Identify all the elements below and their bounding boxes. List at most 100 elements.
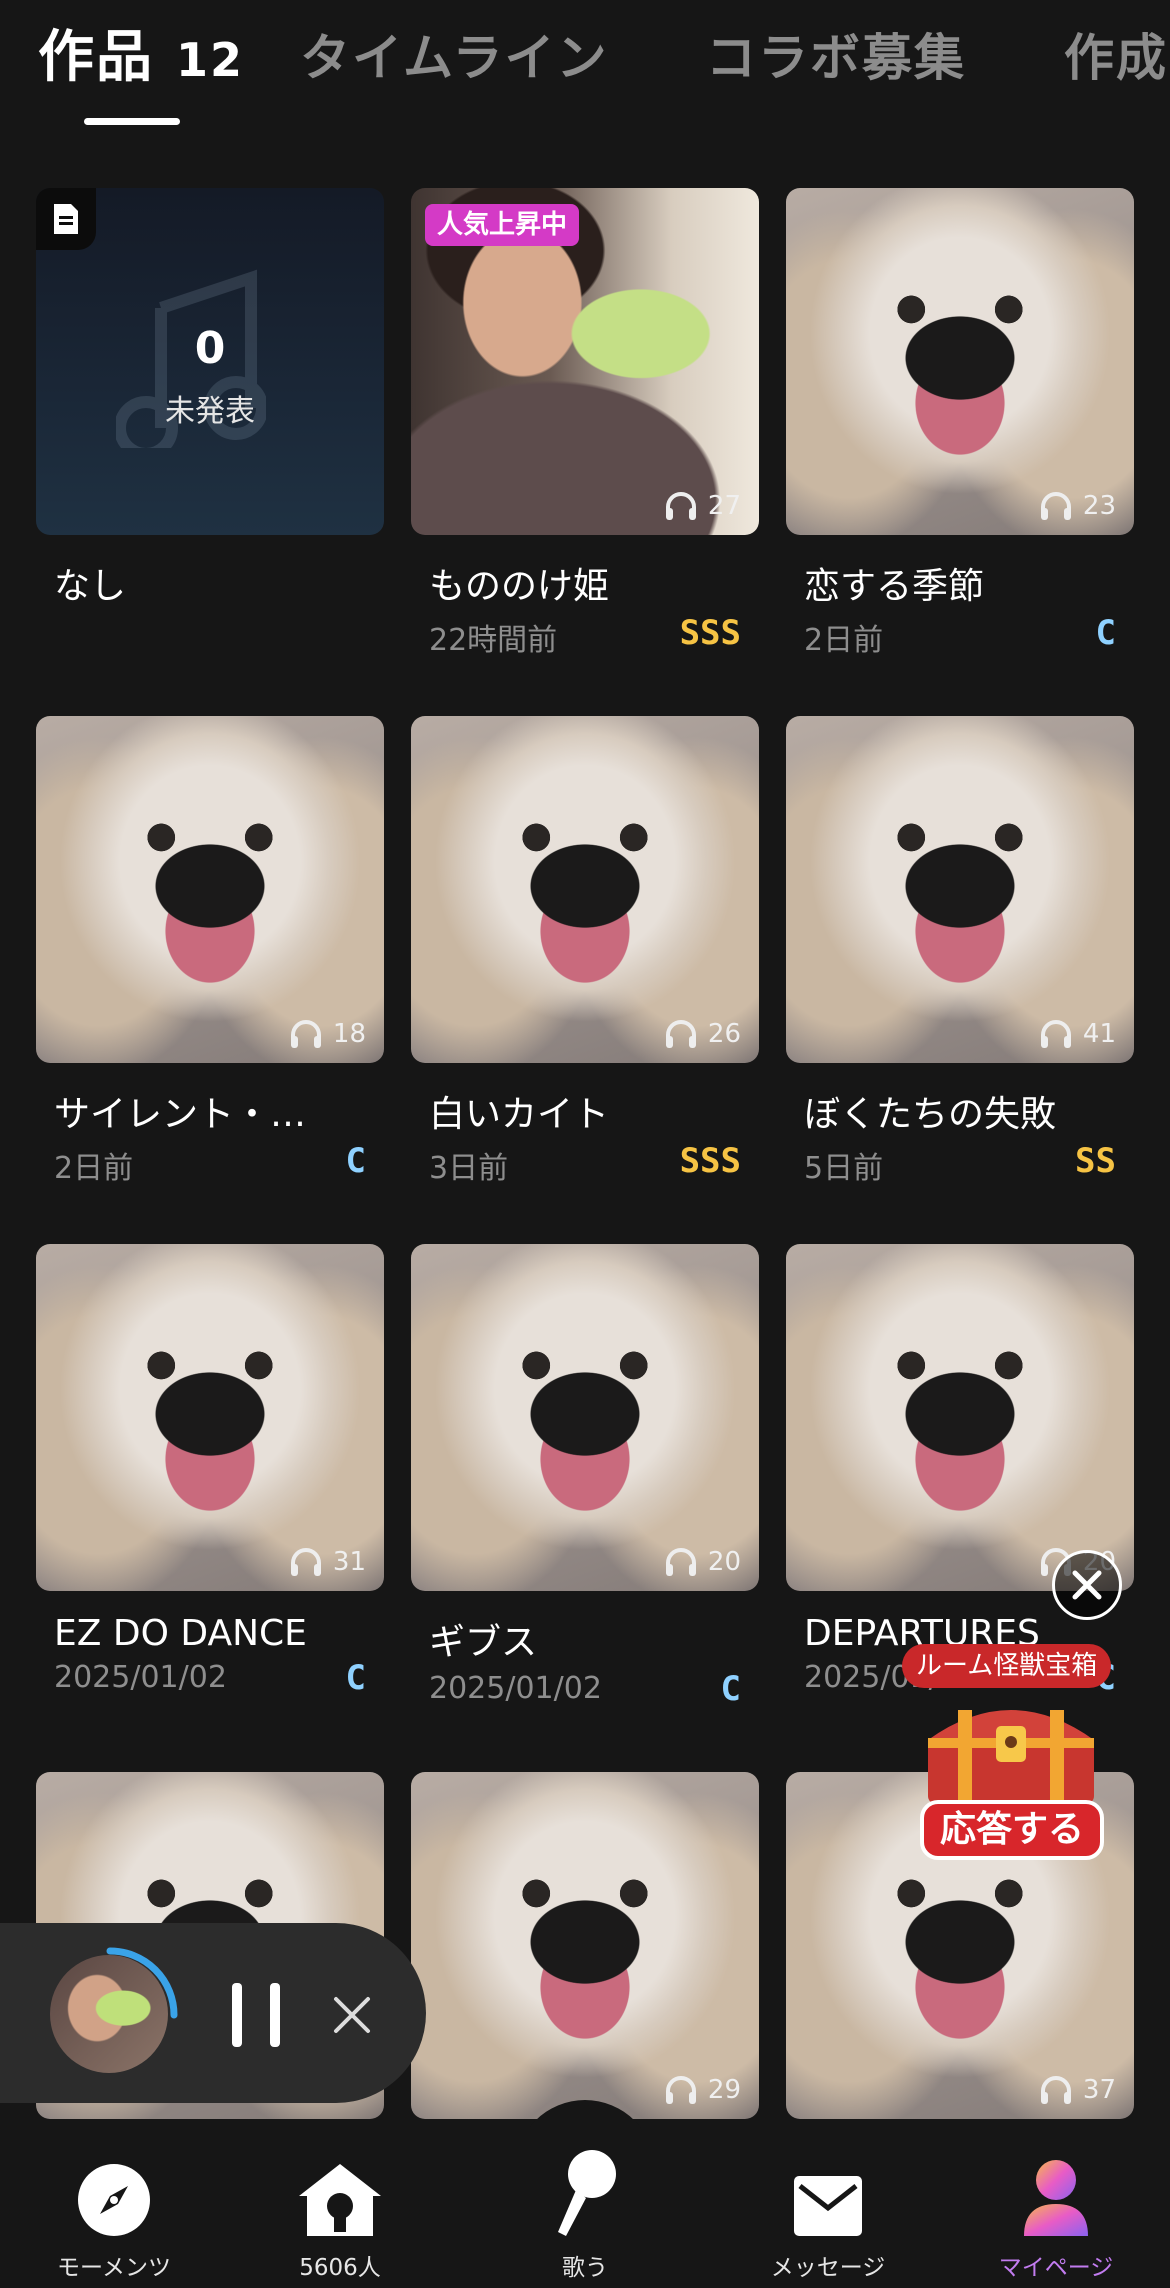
work-meta: 2025/01/02 C bbox=[54, 1658, 384, 1700]
tab-works-label: 作品 bbox=[38, 25, 154, 90]
work-title: EZ DO DANCE bbox=[54, 1613, 307, 1654]
tab-works[interactable]: 作品 12 bbox=[38, 12, 244, 93]
draft-label: 未発表 bbox=[165, 394, 255, 429]
compass-icon bbox=[14, 2152, 214, 2238]
work-meta: 2日前 C bbox=[804, 613, 1134, 658]
play-count-value: 20 bbox=[707, 1547, 741, 1577]
work-title: 恋する季節 bbox=[804, 566, 985, 607]
work-meta: 2025/01/02 C bbox=[429, 1669, 759, 1711]
work-title: もののけ姫 bbox=[429, 566, 610, 607]
treasure-close-button[interactable] bbox=[1052, 1550, 1122, 1620]
nav-sing-label: 歌う bbox=[562, 2255, 608, 2281]
nav-room-label: 5606人 bbox=[299, 2255, 381, 2281]
draft-title: なし bbox=[54, 566, 127, 607]
work-thumbnail: 18 bbox=[36, 716, 384, 1063]
playback-progress-ring bbox=[106, 1947, 178, 2019]
headphones-icon bbox=[1040, 492, 1071, 520]
play-count: 37 bbox=[1039, 2075, 1116, 2105]
work-date: 2日前 bbox=[804, 623, 884, 658]
trending-badge: 人気上昇中 bbox=[425, 204, 580, 246]
mail-icon bbox=[728, 2152, 928, 2238]
play-count-value: 37 bbox=[1082, 2075, 1116, 2105]
treasure-chest-icon bbox=[928, 1710, 1094, 1804]
play-count: 27 bbox=[664, 491, 741, 521]
play-count-value: 29 bbox=[707, 2075, 741, 2105]
grade-badge: SS bbox=[1075, 1141, 1116, 1181]
headphones-icon bbox=[1040, 1020, 1071, 1048]
tab-create[interactable]: 作成 bbox=[1064, 18, 1168, 90]
work-card[interactable]: 20 ギブス 2025/01/02 C bbox=[411, 1244, 759, 1711]
play-count-value: 31 bbox=[332, 1547, 366, 1577]
work-title: サイレント・… bbox=[54, 1094, 307, 1135]
work-date: 5日前 bbox=[804, 1151, 884, 1186]
answer-button[interactable]: 応答する bbox=[920, 1800, 1104, 1860]
grade-badge: C bbox=[1095, 613, 1116, 653]
headphones-icon bbox=[665, 492, 696, 520]
play-count: 31 bbox=[289, 1547, 366, 1577]
grade-badge: C bbox=[345, 1141, 366, 1181]
pause-button[interactable] bbox=[228, 1983, 288, 2047]
work-card[interactable]: 29 bbox=[411, 1772, 759, 2119]
work-title: ぼくたちの失敗 bbox=[804, 1094, 1057, 1135]
close-player-button[interactable] bbox=[330, 1993, 374, 2037]
grade-badge: C bbox=[720, 1669, 741, 1709]
work-card[interactable]: 26 白いカイト 3日前 SSS bbox=[411, 716, 759, 1186]
work-title: 白いカイト bbox=[429, 1094, 610, 1135]
work-thumbnail: 29 bbox=[411, 1772, 759, 2119]
nav-mypage[interactable]: マイページ bbox=[956, 2152, 1156, 2282]
nav-messages-label: メッセージ bbox=[770, 2255, 886, 2281]
headphones-icon bbox=[665, 1548, 696, 1576]
microphone-icon bbox=[485, 2150, 685, 2238]
draft-thumbnail: 0 未発表 bbox=[36, 188, 384, 535]
work-card[interactable]: 41 ぼくたちの失敗 5日前 SS bbox=[786, 716, 1134, 1186]
work-card[interactable]: 18 サイレント・… 2日前 C bbox=[36, 716, 384, 1186]
work-thumbnail: 23 bbox=[786, 188, 1134, 535]
headphones-icon bbox=[665, 1020, 696, 1048]
nav-sing[interactable]: 歌う bbox=[485, 2150, 685, 2282]
work-thumbnail: 26 bbox=[411, 716, 759, 1063]
play-count: 20 bbox=[664, 1547, 741, 1577]
grade-badge: C bbox=[345, 1658, 366, 1698]
house-icon bbox=[240, 2152, 440, 2238]
tab-works-count: 12 bbox=[176, 33, 245, 87]
grade-badge: SSS bbox=[679, 1141, 741, 1181]
tab-bar: 作品 12 タイムライン コラボ募集 作成 bbox=[0, 0, 1170, 140]
nav-mypage-label: マイページ bbox=[998, 2255, 1114, 2281]
tab-collab[interactable]: コラボ募集 bbox=[706, 18, 966, 90]
user-icon bbox=[956, 2152, 1156, 2238]
headphones-icon bbox=[665, 2076, 696, 2104]
work-thumbnail: 20 bbox=[411, 1244, 759, 1591]
play-count: 41 bbox=[1039, 1019, 1116, 1049]
work-card[interactable]: 31 EZ DO DANCE 2025/01/02 C bbox=[36, 1244, 384, 1700]
work-meta: 3日前 SSS bbox=[429, 1141, 759, 1186]
headphones-icon bbox=[290, 1548, 321, 1576]
play-count-value: 26 bbox=[707, 1019, 741, 1049]
work-thumbnail: 41 bbox=[786, 716, 1134, 1063]
work-thumbnail: 人気上昇中 27 bbox=[411, 188, 759, 535]
grade-badge: SSS bbox=[679, 613, 741, 653]
work-meta: 22時間前 SSS bbox=[429, 613, 759, 658]
nav-moments[interactable]: モーメンツ bbox=[14, 2152, 214, 2282]
tab-timeline[interactable]: タイムライン bbox=[300, 18, 609, 90]
draft-count: 0 bbox=[194, 323, 226, 374]
work-date: 2025/01/02 bbox=[429, 1671, 602, 1706]
play-count-value: 23 bbox=[1082, 491, 1116, 521]
work-date: 2日前 bbox=[54, 1151, 134, 1186]
work-card[interactable]: 人気上昇中 27 もののけ姫 22時間前 SSS bbox=[411, 188, 759, 658]
work-card[interactable]: 23 恋する季節 2日前 C bbox=[786, 188, 1134, 658]
bottom-nav: モーメンツ 5606人 歌う メッセージ マイページ bbox=[0, 2128, 1170, 2288]
work-meta: 2日前 C bbox=[54, 1141, 384, 1186]
play-count-value: 27 bbox=[707, 491, 741, 521]
work-thumbnail: 20 bbox=[786, 1244, 1134, 1591]
work-title: ギブス bbox=[429, 1622, 538, 1663]
nav-room[interactable]: 5606人 bbox=[240, 2152, 440, 2282]
close-icon bbox=[1072, 1570, 1102, 1600]
work-date: 3日前 bbox=[429, 1151, 509, 1186]
work-date: 2025/01/02 bbox=[54, 1660, 227, 1695]
draft-card[interactable]: 0 未発表 なし bbox=[36, 188, 384, 609]
nav-messages[interactable]: メッセージ bbox=[728, 2152, 928, 2282]
treasure-box-widget[interactable]: ルーム怪獣宝箱 応答する bbox=[896, 1548, 1126, 1868]
headphones-icon bbox=[290, 1020, 321, 1048]
headphones-icon bbox=[1040, 2076, 1071, 2104]
mini-player[interactable] bbox=[0, 1923, 426, 2103]
